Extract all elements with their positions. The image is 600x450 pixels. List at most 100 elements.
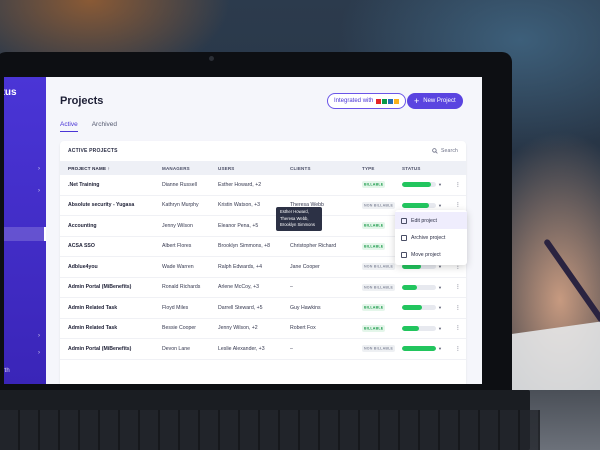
col-type: TYPE xyxy=(362,165,375,171)
table-row[interactable]: Admin Portal (MiBenefits) Ronald Richards… xyxy=(60,278,466,298)
project-tabs: Active Archived xyxy=(60,121,117,132)
chevron-down-icon[interactable]: ▼ xyxy=(438,264,442,269)
manager-name: Bessie Cooper xyxy=(162,325,197,332)
menu-item-label: Edit project xyxy=(411,217,437,224)
new-project-label: New Project xyxy=(423,98,456,104)
table-body: .Net Training Dianne Russell Esther Howard… xyxy=(60,175,466,360)
manager-name: Devon Lane xyxy=(162,345,190,352)
project-name[interactable]: Accounting xyxy=(60,223,162,229)
users-cell[interactable]: Brooklyn Simmons, +8 xyxy=(218,243,290,249)
chevron-down-icon[interactable]: ▼ xyxy=(438,346,442,351)
sidebar-item[interactable]: › xyxy=(4,349,46,361)
tab-active[interactable]: Active xyxy=(60,121,78,132)
table-row[interactable]: .Net Training Dianne Russell Esther Howard… xyxy=(60,175,466,196)
progress-fill xyxy=(402,305,423,311)
chevron-down-icon[interactable]: ▼ xyxy=(438,182,442,187)
type-badge: NON BILLABLE xyxy=(362,283,396,291)
col-project-name[interactable]: PROJECT NAME ↑ xyxy=(60,166,162,171)
chevron-down-icon[interactable]: ▼ xyxy=(438,305,442,310)
users-cell[interactable]: Darrell Steward, +5 xyxy=(218,305,290,311)
menu-edit-project[interactable]: Edit project xyxy=(395,212,467,229)
tooltip-line: Brooklyn Simmons xyxy=(280,222,315,227)
table-row[interactable]: Admin Related Task Bessie Cooper Jenny Wil… xyxy=(60,319,466,339)
users-cell[interactable]: Leslie Alexander, +3 xyxy=(218,346,290,352)
manager-name: Ronald Richards xyxy=(162,284,201,291)
progress-bar xyxy=(402,264,436,270)
move-icon xyxy=(401,251,407,258)
client-name: – xyxy=(290,345,293,352)
laptop-lid: atus › › › › sworth Projects Integrated … xyxy=(0,52,512,397)
more-options-icon[interactable]: ⋮ xyxy=(452,346,464,352)
row-actions-menu: Edit project Archive project Move projec… xyxy=(395,210,467,265)
chevron-down-icon[interactable]: ▼ xyxy=(438,326,442,331)
more-options-icon[interactable]: ⋮ xyxy=(452,284,464,290)
project-name[interactable]: Admin Related Task xyxy=(60,305,162,311)
more-options-icon[interactable]: ⋮ xyxy=(452,325,464,331)
users-cell[interactable]: Esther Howard, +2 xyxy=(218,182,290,188)
progress-fill xyxy=(402,264,421,270)
project-name[interactable]: Absolute security - Yugasa xyxy=(60,202,162,208)
archive-icon xyxy=(401,234,407,241)
client-name: Jane Cooper xyxy=(290,263,320,270)
search-icon xyxy=(432,148,438,154)
users-tooltip: Esther Howard, Theresa Webb, Brooklyn Si… xyxy=(276,207,322,231)
integrated-label: Integrated with xyxy=(334,98,374,104)
progress-bar xyxy=(402,346,436,352)
col-status: STATUS xyxy=(402,165,421,171)
client-name: – xyxy=(290,284,293,291)
type-badge: BILLABLE xyxy=(362,304,386,312)
search-button[interactable]: Search xyxy=(432,148,458,154)
users-cell[interactable]: Jenny Wilson, +2 xyxy=(218,325,290,331)
sidebar-item[interactable]: › xyxy=(4,187,46,199)
progress-bar xyxy=(402,182,436,188)
project-name[interactable]: Adblue4you xyxy=(60,264,162,270)
sidebar-footer-text[interactable]: sworth xyxy=(4,368,10,374)
more-options-icon[interactable]: ⋮ xyxy=(452,305,464,311)
client-name: Robert Fox xyxy=(290,325,316,332)
progress-fill xyxy=(402,202,430,208)
progress-fill xyxy=(402,325,419,331)
sidebar-item[interactable]: › xyxy=(4,332,46,344)
col-clients: CLIENTS xyxy=(290,165,311,171)
sidebar-item[interactable]: › xyxy=(4,165,46,177)
new-project-button[interactable]: + New Project xyxy=(407,93,463,109)
type-badge: NON BILLABLE xyxy=(362,263,396,271)
more-options-icon[interactable]: ⋮ xyxy=(452,202,464,208)
table-row[interactable]: Admin Portal (MiBenefits) Devon Lane Lesli… xyxy=(60,339,466,360)
project-name[interactable]: Admin Portal (MiBenefits) xyxy=(60,346,162,352)
app-screen: atus › › › › sworth Projects Integrated … xyxy=(4,77,482,384)
project-name[interactable]: Admin Portal (MiBenefits) xyxy=(60,284,162,290)
manager-name: Jenny Wilson xyxy=(162,222,193,229)
integrated-with-button[interactable]: Integrated with xyxy=(327,93,407,109)
edit-icon xyxy=(401,217,407,224)
type-badge: NON BILLABLE xyxy=(362,345,396,353)
chevron-down-icon[interactable]: ▼ xyxy=(438,285,442,290)
sidebar-item-active[interactable] xyxy=(4,227,46,241)
menu-archive-project[interactable]: Archive project xyxy=(395,229,467,246)
type-badge: NON BILLABLE xyxy=(362,201,396,209)
project-name[interactable]: ACSA SSO xyxy=(60,243,162,249)
type-badge: BILLABLE xyxy=(362,324,386,332)
table-row[interactable]: Admin Related Task Floyd Miles Darrell Ste… xyxy=(60,298,466,319)
tab-archived[interactable]: Archived xyxy=(92,121,117,132)
chevron-right-icon: › xyxy=(38,166,40,172)
type-badge: BILLABLE xyxy=(362,242,386,250)
menu-move-project[interactable]: Move project xyxy=(395,246,467,263)
plus-icon: + xyxy=(414,95,420,106)
type-badge: BILLABLE xyxy=(362,222,386,230)
more-options-icon[interactable]: ⋮ xyxy=(452,182,464,188)
page-title: Projects xyxy=(60,95,104,107)
manager-name: Albert Flores xyxy=(162,243,192,250)
chevron-right-icon: › xyxy=(38,333,40,339)
project-name[interactable]: .Net Training xyxy=(60,182,162,188)
project-name[interactable]: Admin Related Task xyxy=(60,325,162,331)
webcam xyxy=(209,56,214,61)
progress-fill xyxy=(402,182,431,188)
client-name: Guy Hawkins xyxy=(290,304,321,311)
progress-fill xyxy=(402,346,436,352)
zoho-logo xyxy=(376,98,400,104)
search-label: Search xyxy=(440,148,458,154)
chevron-down-icon[interactable]: ▼ xyxy=(438,203,442,208)
users-cell[interactable]: Arlene McCoy, +3 xyxy=(218,284,290,290)
users-cell[interactable]: Ralph Edwards, +4 xyxy=(218,264,290,270)
